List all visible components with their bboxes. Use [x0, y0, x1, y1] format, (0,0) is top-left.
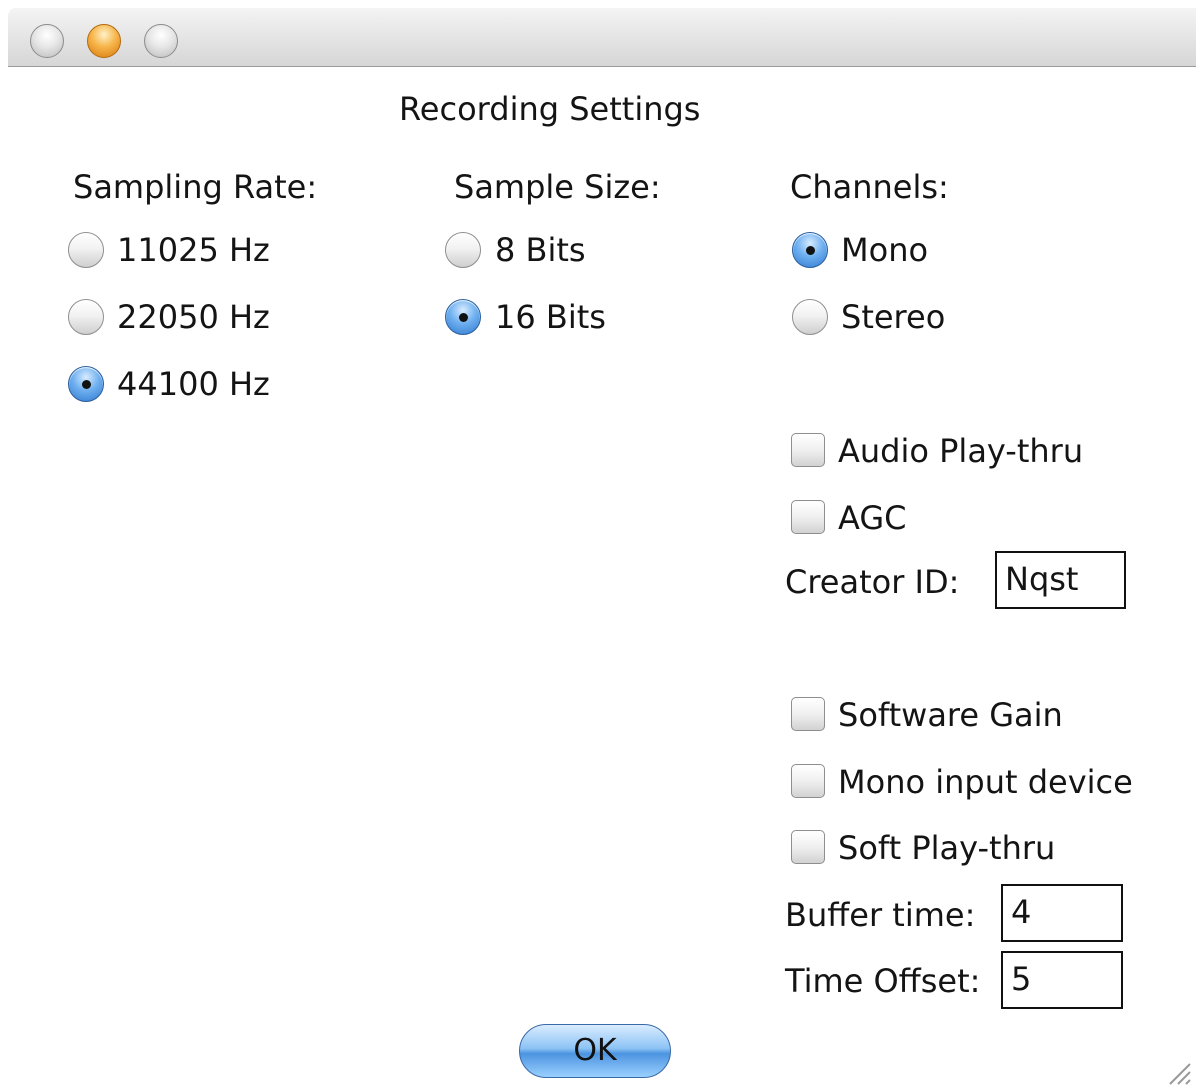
resize-grip-icon[interactable] — [1160, 1054, 1192, 1086]
mono-input-device-checkbox[interactable] — [791, 764, 825, 798]
ok-button[interactable]: OK — [519, 1024, 671, 1078]
creator-id-field[interactable]: Nqst — [995, 551, 1126, 609]
agc-label[interactable]: AGC — [838, 498, 906, 538]
channels-label: Channels: — [790, 168, 949, 206]
agc-checkbox[interactable] — [791, 500, 825, 534]
audio-play-thru-label[interactable]: Audio Play-thru — [838, 431, 1083, 471]
sampling-rate-11025-label[interactable]: 11025 Hz — [117, 230, 270, 270]
software-gain-label[interactable]: Software Gain — [838, 695, 1063, 735]
close-button[interactable] — [30, 24, 64, 58]
channels-stereo-label[interactable]: Stereo — [841, 297, 945, 337]
sample-size-8-label[interactable]: 8 Bits — [495, 230, 586, 270]
time-offset-field[interactable]: 5 — [1001, 951, 1123, 1009]
sampling-rate-11025-radio[interactable] — [68, 232, 104, 268]
sampling-rate-22050-label[interactable]: 22050 Hz — [117, 297, 270, 337]
mono-input-device-label[interactable]: Mono input device — [838, 762, 1133, 802]
channels-mono-radio[interactable] — [792, 232, 828, 268]
sample-size-label: Sample Size: — [454, 168, 661, 206]
audio-play-thru-checkbox[interactable] — [791, 433, 825, 467]
sampling-rate-44100-radio[interactable] — [68, 366, 104, 402]
sampling-rate-22050-radio[interactable] — [68, 299, 104, 335]
zoom-button[interactable] — [144, 24, 178, 58]
channels-stereo-radio[interactable] — [792, 299, 828, 335]
sample-size-16-label[interactable]: 16 Bits — [495, 297, 606, 337]
channels-mono-label[interactable]: Mono — [841, 230, 928, 270]
soft-play-thru-label[interactable]: Soft Play-thru — [838, 828, 1055, 868]
buffer-time-field[interactable]: 4 — [1001, 884, 1123, 942]
software-gain-checkbox[interactable] — [791, 697, 825, 731]
creator-id-label: Creator ID: — [785, 563, 960, 601]
sample-size-16-radio[interactable] — [445, 299, 481, 335]
soft-play-thru-checkbox[interactable] — [791, 830, 825, 864]
sampling-rate-label: Sampling Rate: — [73, 168, 318, 206]
sample-size-8-radio[interactable] — [445, 232, 481, 268]
buffer-time-label: Buffer time: — [785, 896, 976, 934]
sampling-rate-44100-label[interactable]: 44100 Hz — [117, 364, 270, 404]
time-offset-label: Time Offset: — [785, 962, 981, 1000]
window-titlebar[interactable] — [8, 8, 1196, 67]
dialog-title: Recording Settings — [399, 90, 701, 128]
minimize-button[interactable] — [87, 24, 121, 58]
